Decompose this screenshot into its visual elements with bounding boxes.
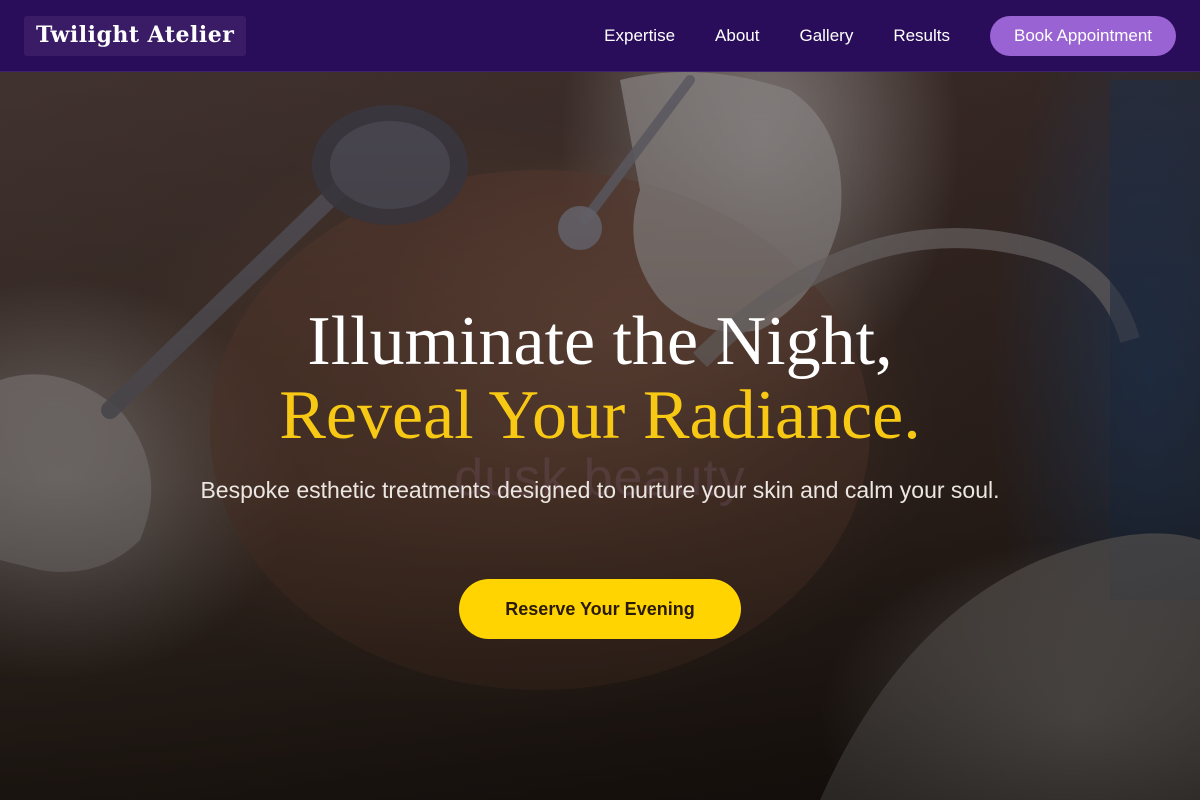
hero-headline-line2: Reveal Your Radiance. [279, 377, 921, 454]
landing-page: Twilight Atelier Expertise About Gallery… [0, 0, 1200, 800]
hero-headline-line1: Illuminate the Night, [307, 303, 893, 380]
reserve-evening-button[interactable]: Reserve Your Evening [459, 579, 741, 639]
hero-subtitle: Bespoke esthetic treatments designed to … [200, 477, 1000, 503]
hero-section: dusk beauty Illuminate the Night, Reveal… [0, 0, 1200, 800]
